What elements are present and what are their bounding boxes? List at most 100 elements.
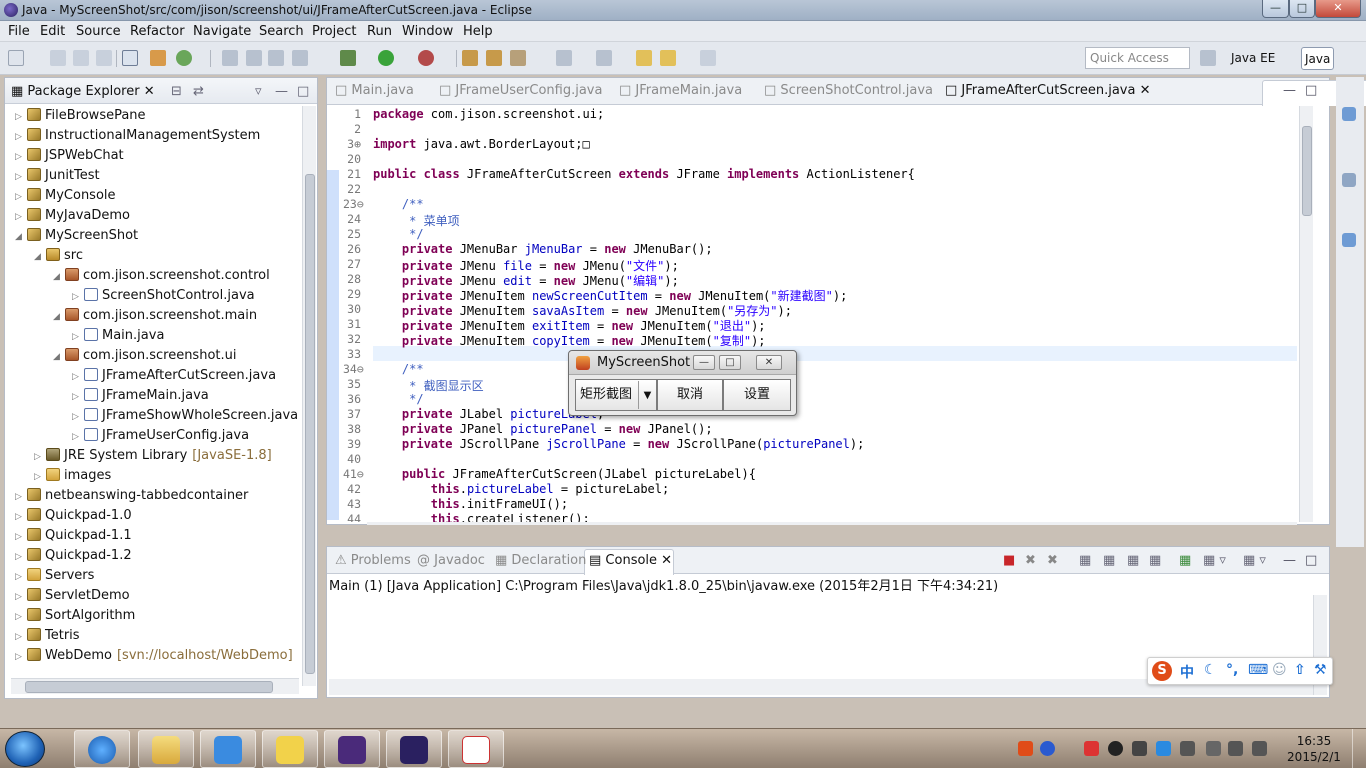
sogou-logo-icon[interactable]: S (1152, 661, 1172, 681)
view-menu-icon[interactable]: ▿ (255, 84, 262, 99)
expanded-twisty-icon[interactable]: ◢ (53, 267, 65, 287)
taskbar-clock[interactable]: 16:35 2015/2/1 (1284, 733, 1344, 765)
ime-toolbar[interactable]: S 中 ☾ °, ⌨ ☺ ⇧ ⚒ (1147, 657, 1333, 685)
menu-search[interactable]: Search (259, 24, 304, 39)
tree-item[interactable]: ▷ Quickpad-1.1 (15, 526, 132, 546)
taskbar-java[interactable] (448, 730, 504, 768)
expanded-twisty-icon[interactable]: ◢ (53, 307, 65, 327)
tree-item[interactable]: ▷ JFrameUserConfig.java (72, 426, 249, 446)
tab-javadoc[interactable]: @ Javadoc (417, 553, 485, 568)
remove-launch-icon[interactable]: ✖ (1025, 553, 1036, 568)
search-icon[interactable] (510, 50, 526, 66)
last-edit-icon[interactable] (636, 50, 652, 66)
tree-item[interactable]: ▷ WebDemo [svn://localhost/WebDemo] (15, 646, 293, 666)
tree-item[interactable]: ▷ JFrameShowWholeScreen.java (72, 406, 298, 426)
hierarchy-icon[interactable] (1342, 233, 1356, 247)
tree-item[interactable]: ▷ SortAlgorithm (15, 606, 135, 626)
dialog-maximize-button[interactable]: □ (719, 355, 741, 370)
combo-arrow-icon[interactable]: ▼ (638, 381, 656, 409)
user-icon[interactable]: ☺ (1272, 662, 1287, 678)
link-editor-icon[interactable]: ⇄ (193, 84, 204, 99)
tool-icon[interactable] (222, 50, 238, 66)
expanded-twisty-icon[interactable]: ◢ (34, 247, 46, 267)
code-line[interactable]: private JPanel picturePanel = new JPanel… (373, 422, 713, 436)
task-list-icon[interactable] (1342, 173, 1356, 187)
maximize-view-icon[interactable]: □ (297, 84, 309, 99)
tree-item[interactable]: ▷ InstructionalManagementSystem (15, 126, 260, 146)
minimize-button[interactable]: — (1262, 0, 1289, 18)
tray-network-icon[interactable] (1132, 741, 1147, 756)
perspective-java[interactable]: Java (1301, 47, 1335, 70)
tab-console[interactable]: ▤ Console ✕ (589, 553, 672, 568)
menu-source[interactable]: Source (76, 24, 121, 39)
collapsed-twisty-icon[interactable]: ▷ (72, 327, 84, 347)
show-on-error-icon[interactable]: ▦ (1149, 553, 1161, 568)
taskbar-app[interactable] (200, 730, 256, 768)
code-line[interactable]: public class JFrameAfterCutScreen extend… (373, 167, 915, 181)
perspective-java-ee[interactable]: Java EE (1228, 47, 1278, 70)
new-icon[interactable] (8, 50, 24, 66)
run-icon[interactable] (378, 50, 394, 66)
tree-horizontal-scrollbar[interactable] (11, 678, 299, 694)
taskbar-help[interactable] (262, 730, 318, 768)
punctuation-icon[interactable]: °, (1226, 662, 1238, 678)
collapsed-twisty-icon[interactable]: ▷ (15, 107, 27, 127)
code-line[interactable]: /** (373, 362, 424, 376)
wrench-icon[interactable]: ⚒ (1314, 662, 1327, 678)
menu-refactor[interactable]: Refactor (130, 24, 185, 39)
tree-item[interactable]: ▷ Quickpad-1.0 (15, 506, 132, 526)
collapsed-twisty-icon[interactable]: ▷ (15, 647, 27, 667)
tree-item[interactable]: ▷ JFrameMain.java (72, 386, 209, 406)
collapsed-twisty-icon[interactable]: ▷ (72, 407, 84, 427)
collapsed-twisty-icon[interactable]: ▷ (72, 427, 84, 447)
expanded-twisty-icon[interactable]: ◢ (53, 347, 65, 367)
tray-signal-icon[interactable] (1228, 741, 1243, 756)
menu-run[interactable]: Run (367, 24, 392, 39)
code-area[interactable]: 1 package com.jison.screenshot.ui; 2 3⊕ impo… (327, 106, 1297, 522)
collapsed-twisty-icon[interactable]: ▷ (15, 587, 27, 607)
tray-battery-icon[interactable] (1206, 741, 1221, 756)
tree-item[interactable]: ▷ images (34, 466, 111, 486)
back-icon[interactable] (660, 50, 676, 66)
collapsed-twisty-icon[interactable]: ▷ (15, 507, 27, 527)
tray-sogou-icon[interactable] (1018, 741, 1033, 756)
taskbar-explorer[interactable] (138, 730, 194, 768)
collapse-all-icon[interactable]: ⊟ (171, 84, 182, 99)
remove-all-icon[interactable]: ✖ (1047, 553, 1058, 568)
menu-window[interactable]: Window (402, 24, 453, 39)
taskbar-sogou-browser[interactable] (74, 730, 130, 768)
print-icon[interactable] (96, 50, 112, 66)
tool-icon-3[interactable] (268, 50, 284, 66)
tree-item[interactable]: ▷ JFrameAfterCutScreen.java (72, 366, 276, 386)
tree-item[interactable]: ▷ Main.java (72, 326, 164, 346)
close-button[interactable]: ✕ (1315, 0, 1361, 18)
collapsed-twisty-icon[interactable]: ▷ (15, 527, 27, 547)
display-console-icon[interactable]: ▦ ▿ (1203, 553, 1226, 568)
dialog-title-bar[interactable]: MyScreenShot — □ ✕ (569, 351, 796, 375)
code-line[interactable]: public JFrameAfterCutScreen(JLabel pictu… (373, 467, 756, 481)
taskbar-eclipse-javaee[interactable] (324, 730, 380, 768)
tray-app-icon[interactable] (1084, 741, 1099, 756)
tab-screenshotcontrol[interactable]: □ ScreenShotControl.java (764, 83, 933, 98)
settings-button[interactable]: 设置 (723, 379, 791, 411)
collapsed-twisty-icon[interactable]: ▷ (15, 487, 27, 507)
start-button[interactable] (5, 731, 45, 767)
code-line[interactable]: */ (373, 392, 423, 406)
tool-icon-2[interactable] (246, 50, 262, 66)
minimize-view-icon[interactable]: — (275, 84, 288, 99)
editor-horizontal-scrollbar[interactable] (367, 522, 1297, 525)
scroll-lock-icon[interactable]: ▦ (1103, 553, 1115, 568)
code-line[interactable]: private JMenuBar jMenuBar = new JMenuBar… (373, 242, 713, 256)
code-line[interactable]: private JMenuItem copyItem = new JMenuIt… (373, 332, 766, 349)
tray-help-icon[interactable] (1040, 741, 1055, 756)
tab-jframeuserconfig[interactable]: □ JFrameUserConfig.java (439, 83, 602, 98)
tree-item[interactable]: ◢ src (34, 246, 83, 266)
taskbar-eclipse[interactable] (386, 730, 442, 768)
collapsed-twisty-icon[interactable]: ▷ (15, 547, 27, 567)
tray-app2-icon[interactable] (1156, 741, 1171, 756)
editor-maximize-icon[interactable]: □ (1305, 83, 1317, 98)
collapsed-twisty-icon[interactable]: ▷ (15, 207, 27, 227)
tree-item[interactable]: ▷ Servers (15, 566, 94, 586)
collapsed-twisty-icon[interactable]: ▷ (15, 567, 27, 587)
collapsed-twisty-icon[interactable]: ▷ (34, 447, 46, 467)
